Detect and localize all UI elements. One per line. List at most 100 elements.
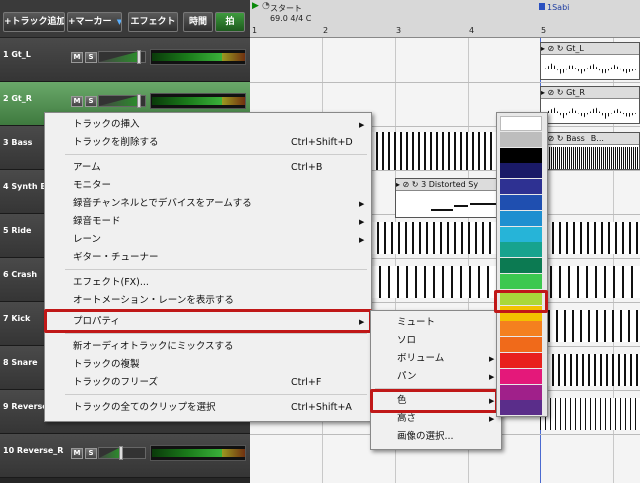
track-name[interactable]: 7 Kick	[3, 314, 30, 323]
volume-slider[interactable]	[98, 50, 146, 64]
menu-separator	[65, 333, 367, 334]
bar-number: 1	[252, 26, 258, 35]
clip-name: Bass	[566, 134, 585, 143]
menu-item-label: パン	[397, 371, 417, 382]
color-swatch[interactable]	[500, 400, 542, 416]
color-swatch[interactable]	[500, 131, 542, 147]
bar-number: 3	[396, 26, 402, 35]
menu-item[interactable]: 新オーディオトラックにミックスする	[45, 338, 371, 356]
color-swatch[interactable]	[500, 321, 542, 337]
menu-item-label: 画像の選択...	[397, 431, 454, 442]
properties-submenu: ミュート ソロ ボリューム ▶ パン ▶ 色 ▶ 高さ ▶ 画像の選択...	[370, 310, 502, 450]
submenu-item[interactable]: 画像の選択...	[371, 428, 501, 446]
menu-separator	[65, 154, 367, 155]
start-flag-icon: ▶	[252, 1, 259, 11]
track-name[interactable]: 5 Ride	[3, 226, 31, 235]
level-meter	[150, 445, 246, 461]
color-swatch[interactable]	[500, 210, 542, 226]
daw-window: +トラック追加 +マーカー ▼ エフェクト 時間 拍 ▶ ◔ スタート 69.0…	[0, 0, 640, 483]
color-swatch[interactable]	[500, 384, 542, 400]
level-meter	[150, 49, 246, 65]
track-name[interactable]: 1 Gt_L	[3, 50, 31, 59]
menu-item-shortcut: Ctrl+B	[291, 162, 323, 173]
menu-item[interactable]: モニター	[45, 177, 371, 195]
mute-button[interactable]: M	[71, 96, 83, 107]
beat-toggle[interactable]: 拍	[215, 12, 245, 32]
audio-clip[interactable]: ▸ ⊘ ↻ Bass B...	[540, 132, 640, 170]
solo-button[interactable]: S	[85, 448, 97, 459]
menu-item[interactable]: トラックの全てのクリップを選択 Ctrl+Shift+A	[45, 399, 371, 417]
menu-item[interactable]: アーム Ctrl+B	[45, 159, 371, 177]
bar-number: 4	[469, 26, 475, 35]
color-swatch[interactable]	[500, 179, 542, 195]
mute-button[interactable]: M	[71, 52, 83, 63]
color-swatch[interactable]	[500, 368, 542, 384]
menu-separator	[65, 269, 367, 270]
menu-item[interactable]: トラックのフリーズ Ctrl+F	[45, 374, 371, 392]
menu-item-shortcut: Ctrl+F	[291, 377, 322, 388]
track-name[interactable]: 4 Synth B	[3, 182, 46, 191]
properties-highlight	[44, 309, 372, 333]
audio-clip[interactable]: ▸ ⊘ ↻ Gt_R	[540, 86, 640, 124]
color-swatch[interactable]	[500, 147, 542, 163]
start-marker-label: スタート	[270, 4, 302, 13]
color-swatch[interactable]	[500, 337, 542, 353]
effect-button[interactable]: エフェクト	[128, 12, 178, 32]
solo-button[interactable]: S	[85, 96, 97, 107]
menu-item[interactable]: トラックを削除する Ctrl+Shift+D	[45, 134, 371, 152]
volume-slider[interactable]	[98, 94, 146, 108]
marker-button[interactable]: +マーカー ▼	[67, 12, 122, 32]
menu-item[interactable]: ギター・チューナー	[45, 249, 371, 267]
track-name[interactable]: 6 Crash	[3, 270, 37, 279]
menu-item[interactable]: トラックの複製	[45, 356, 371, 374]
color-swatch[interactable]	[500, 353, 542, 368]
add-track-button[interactable]: +トラック追加	[3, 12, 65, 32]
color-swatch[interactable]	[500, 242, 542, 258]
menu-item[interactable]: オートメーション・レーンを表示する	[45, 292, 371, 310]
sabi-marker-icon	[539, 3, 545, 10]
time-toggle[interactable]: 時間	[183, 12, 213, 32]
timeline-ruler[interactable]: ▶ ◔ スタート 69.0 4/4 C 1Sabi 1 2 3 4 5	[250, 0, 640, 38]
color-swatch[interactable]	[500, 116, 542, 131]
menu-item-shortcut: Ctrl+Shift+D	[291, 137, 353, 148]
track-name[interactable]: 8 Snare	[3, 358, 38, 367]
mute-button[interactable]: M	[71, 448, 83, 459]
color-swatch[interactable]	[500, 163, 542, 179]
track-name[interactable]: 3 Bass	[3, 138, 32, 147]
submenu-item[interactable]: ソロ	[371, 332, 501, 350]
audio-clip[interactable]: ▸ ⊘ ↻ Gt_L	[540, 42, 640, 80]
track-context-menu: トラックの挿入 ▶ トラックを削除する Ctrl+Shift+D アーム Ctrl+B モニ…	[44, 112, 372, 422]
track-header[interactable]: 1 Gt_L M S	[0, 38, 250, 82]
menu-item[interactable]: 録音チャンネルとでデバイスをアームする ▶	[45, 195, 371, 213]
track-name[interactable]: 2 Gt_R	[3, 94, 32, 103]
menu-item-label: レーン	[73, 234, 102, 245]
level-meter	[150, 93, 246, 109]
color-swatch[interactable]	[500, 258, 542, 274]
dropdown-triangle-icon: ▼	[116, 18, 122, 26]
track-name[interactable]: 10 Reverse_R	[3, 446, 63, 455]
menu-item[interactable]: トラックの挿入 ▶	[45, 116, 371, 134]
color-highlight	[370, 389, 498, 413]
sabi-marker-label: 1Sabi	[547, 3, 570, 12]
menu-item-label: オートメーション・レーンを表示する	[73, 295, 234, 306]
menu-item[interactable]: 録音モード ▶	[45, 213, 371, 231]
midi-notes	[540, 354, 640, 386]
color-swatch[interactable]	[500, 195, 542, 210]
menu-item[interactable]: レーン ▶	[45, 231, 371, 249]
menu-item-label: アーム	[73, 162, 101, 173]
track-header[interactable]: 10 Reverse_R M S	[0, 434, 250, 478]
solo-button[interactable]: S	[85, 52, 97, 63]
clip-name: 3 Distorted Sy	[421, 180, 479, 189]
menu-item-label: 録音チャンネルとでデバイスをアームする	[73, 198, 252, 209]
submenu-item[interactable]: ミュート	[371, 314, 501, 332]
volume-slider[interactable]	[98, 446, 146, 460]
submenu-item[interactable]: ボリューム ▶	[371, 350, 501, 368]
track-name[interactable]: 9 Reverse	[3, 402, 48, 411]
color-swatch[interactable]	[500, 226, 542, 242]
menu-separator	[65, 394, 367, 395]
waveform	[545, 107, 637, 119]
menu-item[interactable]: エフェクト(FX)...	[45, 274, 371, 292]
color-swatch[interactable]	[500, 274, 542, 289]
marker-label: +マーカー	[68, 17, 112, 27]
submenu-item[interactable]: パン ▶	[371, 368, 501, 386]
